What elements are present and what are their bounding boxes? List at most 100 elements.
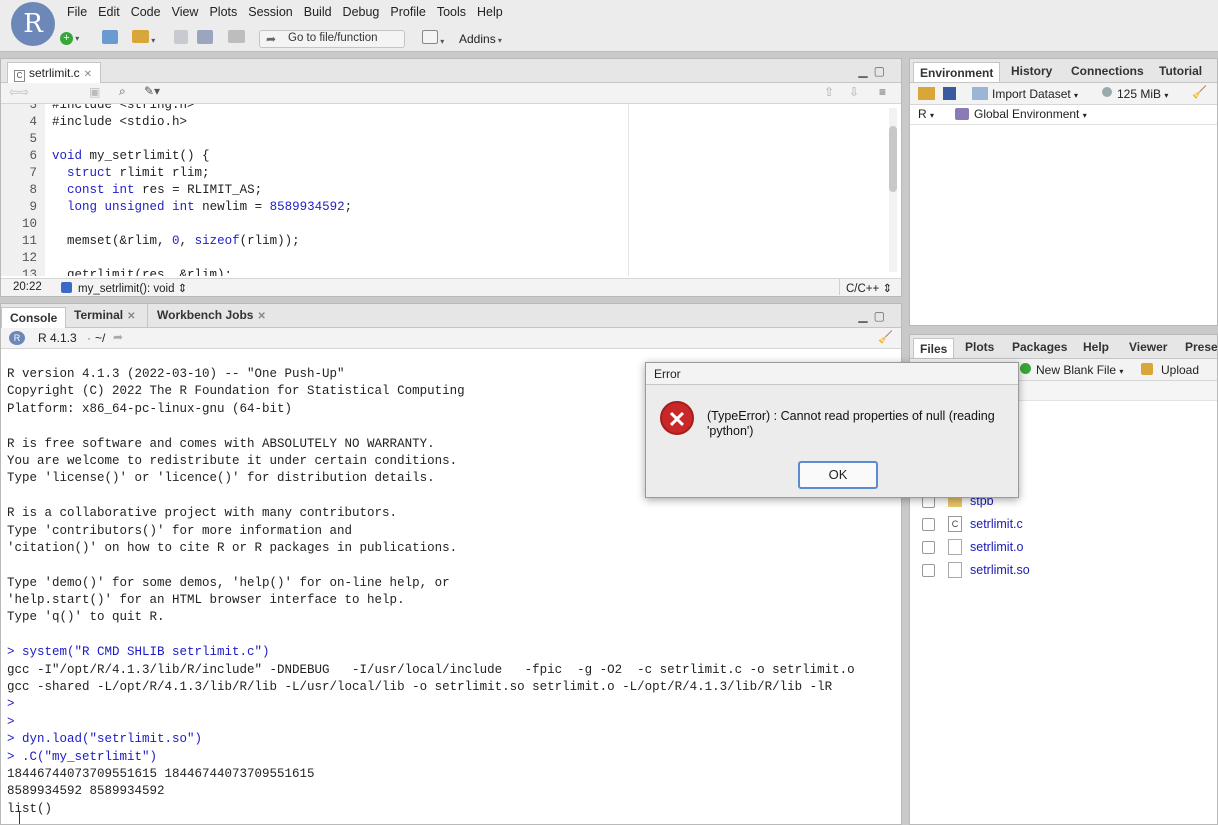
ok-button[interactable]: OK — [798, 461, 878, 489]
console-window-controls[interactable]: ▁▢ — [858, 309, 891, 323]
file-checkbox[interactable] — [922, 518, 935, 531]
load-workspace-icon[interactable] — [918, 87, 935, 100]
file-name[interactable]: setrlimit.so — [970, 563, 1030, 577]
tab-connections[interactable]: Connections — [1071, 64, 1144, 78]
file-checkbox[interactable] — [922, 564, 935, 577]
console-output-line: 8589934592 8589934592 — [7, 784, 165, 799]
file-name[interactable]: setrlimit.o — [970, 540, 1023, 554]
menu-view[interactable]: View — [171, 0, 209, 24]
code-text: getrlimit(res, &rlim); — [52, 268, 233, 276]
code-line: 9 long unsigned int newlim = 8589934592; — [1, 200, 881, 217]
new-blank-file-icon[interactable] — [1020, 363, 1031, 374]
line-number: 3 — [29, 104, 37, 112]
file-name[interactable]: setrlimit.c — [970, 517, 1023, 531]
menu-profile[interactable]: Profile — [389, 0, 435, 24]
go-to-directory-icon[interactable]: ➦ — [113, 330, 123, 344]
jump-down-icon[interactable]: ⇩ — [849, 85, 859, 99]
tab-environment[interactable]: Environment — [913, 62, 1001, 82]
tab-help[interactable]: Help — [1083, 340, 1109, 354]
close-jobs-icon[interactable]: ✕ — [257, 311, 265, 322]
open-file-icon[interactable]: ▾ — [132, 30, 155, 48]
tab-terminal[interactable]: Terminal ✕ — [74, 308, 136, 322]
menu-session[interactable]: Session — [247, 0, 302, 24]
outline-icon[interactable]: ≡ — [879, 85, 886, 99]
print-icon[interactable] — [228, 30, 245, 48]
workspace-panes-icon[interactable]: ▾ — [422, 30, 444, 48]
editor-save-icon[interactable]: ▣ — [89, 85, 100, 99]
save-workspace-icon[interactable] — [943, 87, 956, 100]
file-row[interactable]: setrlimit.so — [920, 560, 1210, 580]
new-project-icon[interactable] — [102, 30, 118, 48]
r-logo: R — [11, 2, 55, 46]
function-scope[interactable]: my_setrlimit(): void ⇕ — [78, 281, 187, 295]
upload-icon[interactable] — [1141, 363, 1153, 375]
import-dataset-icon[interactable] — [972, 87, 988, 100]
console-subbar: R R 4.1.3 · ~/ ➦ 🧹 — [1, 328, 901, 349]
tab-viewer[interactable]: Viewer — [1129, 340, 1167, 354]
menu-tools[interactable]: Tools — [436, 0, 476, 24]
save-icon[interactable] — [174, 30, 188, 48]
cursor-position: 20:22 — [13, 281, 42, 293]
line-number: 4 — [29, 115, 37, 129]
source-editor-pane: Csetrlimit.c ✕ ▁▢ ⇦⇨ ▣ ⌕ ✎▾ ⇧ ⇩ ≡ 3 #inclu… — [0, 58, 902, 297]
file-row[interactable]: setrlimit.o — [920, 537, 1210, 557]
line-number: 5 — [29, 132, 37, 146]
editor-tab-label: setrlimit.c — [29, 66, 80, 80]
memory-pie-icon — [1102, 87, 1112, 97]
import-dataset-button[interactable]: Import Dataset ▾ — [992, 87, 1078, 101]
tab-plots[interactable]: Plots — [965, 340, 994, 354]
console-output-line: Type 'contributors()' for more informati… — [7, 523, 353, 538]
close-terminal-icon[interactable]: ✕ — [127, 311, 135, 322]
menu-build[interactable]: Build — [303, 0, 342, 24]
clear-env-icon[interactable]: 🧹 — [1192, 85, 1207, 99]
tab-files[interactable]: Files — [913, 338, 955, 358]
main-menu: File Edit Code View Plots Session Build … — [66, 0, 513, 24]
menu-code[interactable]: Code — [130, 0, 171, 24]
main-toolbar: + ▾ ▾ ➦ Go to file/function ▾ Addins ▾ — [0, 26, 1218, 52]
clear-console-icon[interactable]: 🧹 — [878, 330, 893, 344]
file-icon — [948, 562, 962, 578]
tab-packages[interactable]: Packages — [1012, 340, 1067, 354]
file-checkbox[interactable] — [922, 541, 935, 554]
menu-debug[interactable]: Debug — [342, 0, 390, 24]
files-tab-bar: Files Plots Packages Help Viewer Presen — [910, 335, 1217, 359]
jump-up-icon[interactable]: ⇧ — [824, 85, 834, 99]
new-file-icon[interactable]: + ▾ — [60, 30, 79, 48]
working-directory[interactable]: ~/ — [95, 331, 105, 345]
code-tools-icon[interactable]: ✎▾ — [144, 84, 160, 98]
code-text: long unsigned int newlim = 8589934592; — [67, 200, 353, 214]
new-blank-file-button[interactable]: New Blank File ▾ — [1036, 363, 1123, 377]
menu-file[interactable]: File — [66, 0, 97, 24]
code-line: 8 const int res = RLIMIT_AS; — [1, 183, 881, 200]
code-line: 6 void my_setrlimit() { — [1, 149, 881, 166]
upload-button[interactable]: Upload — [1161, 363, 1199, 377]
addins-label: Addins — [459, 32, 496, 46]
file-row[interactable]: Csetrlimit.c — [920, 514, 1210, 534]
tab-workbench-jobs[interactable]: Workbench Jobs ✕ — [157, 308, 266, 322]
language-mode[interactable]: C/C++ ⇕ — [846, 281, 892, 295]
tab-presentation[interactable]: Presen — [1185, 340, 1217, 354]
addins-button[interactable]: Addins ▾ — [459, 32, 502, 50]
menu-plots[interactable]: Plots — [208, 0, 247, 24]
menu-help[interactable]: Help — [476, 0, 513, 24]
tab-tutorial[interactable]: Tutorial — [1159, 64, 1202, 78]
save-all-icon[interactable] — [197, 30, 213, 48]
go-to-file-input[interactable]: ➦ Go to file/function — [259, 30, 405, 48]
menu-edit[interactable]: Edit — [97, 0, 130, 24]
tab-console[interactable]: Console — [1, 307, 67, 328]
memory-usage[interactable]: 125 MiB ▾ — [1117, 87, 1168, 101]
editor-tab-setrlimit[interactable]: Csetrlimit.c ✕ — [7, 62, 102, 83]
pane-window-controls[interactable]: ▁▢ — [858, 64, 891, 78]
tab-history[interactable]: History — [1011, 64, 1052, 78]
environment-selector[interactable]: Global Environment ▾ — [974, 107, 1087, 121]
code-text: #include <stdio.h> — [52, 115, 188, 129]
console-cursor — [19, 812, 20, 824]
code-text: memset(&rlim, 0, sizeof(rlim)); — [52, 234, 300, 248]
find-icon[interactable]: ⌕ — [119, 84, 126, 99]
back-forward-icon[interactable]: ⇦⇨ — [9, 85, 29, 99]
r-version-icon: R — [9, 331, 25, 345]
editor-scroll-thumb[interactable] — [889, 126, 897, 192]
close-tab-icon[interactable]: ✕ — [84, 69, 92, 80]
code-area[interactable]: 3 #include <string.h> 4 #include <stdio.h> 5… — [1, 104, 901, 276]
language-selector[interactable]: R ▾ — [918, 107, 934, 121]
